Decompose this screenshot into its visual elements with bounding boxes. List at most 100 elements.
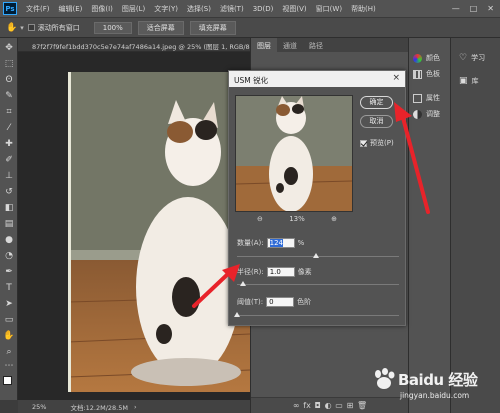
- eyedropper-tool-icon[interactable]: ⁄: [3, 122, 15, 134]
- color-icon: [413, 53, 422, 63]
- crop-tool-icon[interactable]: ⌗: [3, 106, 15, 118]
- dock-swatches[interactable]: 色板: [413, 69, 440, 79]
- quick-select-tool-icon[interactable]: ✎: [3, 90, 15, 102]
- threshold-slider-track[interactable]: [237, 315, 399, 316]
- tool-preset-chevron-icon[interactable]: ▾: [20, 24, 24, 32]
- hand-tool-icon[interactable]: ✋: [3, 330, 15, 342]
- hand-tool-icon[interactable]: ✋: [6, 23, 17, 33]
- dock-learn[interactable]: ♡ 学习: [459, 53, 485, 63]
- threshold-unit: 色阶: [297, 298, 312, 306]
- amount-label: 数量(A):: [237, 239, 264, 247]
- zoom-controls: ⊖ 13% ⊕: [257, 215, 337, 223]
- tab-channels[interactable]: 通道: [277, 38, 303, 52]
- minimize-icon[interactable]: —: [452, 4, 460, 13]
- close-icon[interactable]: ×: [392, 73, 400, 83]
- blur-tool-icon[interactable]: ●: [3, 234, 15, 246]
- radius-input[interactable]: 1.0: [266, 267, 295, 277]
- cat-photo: [68, 72, 250, 392]
- menu-file[interactable]: 文件(F): [26, 4, 50, 14]
- ok-button[interactable]: 确定: [360, 96, 393, 109]
- cancel-button[interactable]: 取消: [360, 115, 393, 128]
- healing-brush-tool-icon[interactable]: ✚: [3, 138, 15, 150]
- edit-toolbar-icon[interactable]: ⋯: [3, 360, 15, 372]
- zoom-out-icon[interactable]: ⊖: [257, 215, 263, 223]
- amount-unit: %: [297, 239, 305, 247]
- amount-row: 数量(A): 124 %: [237, 238, 304, 248]
- zoom-in-icon[interactable]: ⊕: [331, 215, 337, 223]
- eraser-tool-icon[interactable]: ◧: [3, 202, 15, 214]
- document-tab[interactable]: 87f2f7f9fef1bdd370c5e7e74af7486a14.jpeg …: [18, 38, 250, 52]
- zoom-percent: 13%: [289, 215, 305, 223]
- usm-sharpen-dialog: USM 锐化 × 确定 取消 预览(P) ⊖ 13% ⊕ 数量(A): 124 …: [228, 70, 406, 326]
- move-tool-icon[interactable]: ✥: [3, 42, 15, 54]
- menu-image[interactable]: 图像(I): [91, 4, 113, 14]
- marquee-tool-icon[interactable]: ⬚: [3, 58, 15, 70]
- brush-tool-icon[interactable]: ✐: [3, 154, 15, 166]
- threshold-row: 阈值(T): 0 色阶: [237, 297, 311, 307]
- dodge-tool-icon[interactable]: ◔: [3, 250, 15, 262]
- history-brush-tool-icon[interactable]: ↺: [3, 186, 15, 198]
- zoom-tool-icon[interactable]: ⌕: [3, 346, 15, 358]
- foreground-color-swatch[interactable]: [3, 376, 12, 385]
- menu-type[interactable]: 文字(Y): [154, 4, 178, 14]
- menu-select[interactable]: 选择(S): [187, 4, 211, 14]
- status-chevron-icon[interactable]: ›: [134, 403, 137, 411]
- fill-screen-button[interactable]: 填充屏幕: [189, 20, 236, 35]
- baidu-paw-logo: [375, 368, 395, 389]
- threshold-input[interactable]: 0: [266, 297, 295, 307]
- status-zoom[interactable]: 25%: [32, 403, 46, 411]
- close-icon[interactable]: ✕: [487, 4, 494, 13]
- menu-3d[interactable]: 3D(D): [253, 5, 274, 13]
- tab-layers[interactable]: 图层: [251, 38, 277, 52]
- threshold-slider-thumb[interactable]: [234, 312, 240, 317]
- tools-panel: ✥ ⬚ ʘ ✎ ⌗ ⁄ ✚ ✐ ⊥ ↺ ◧ ▤ ● ◔ ✒ T ➤ ▭ ✋ ⌕ …: [0, 38, 18, 400]
- dock-color[interactable]: 颜色: [413, 53, 440, 63]
- menu-window[interactable]: 窗口(W): [316, 4, 342, 14]
- amount-slider-thumb[interactable]: [313, 253, 320, 258]
- preview-checkbox[interactable]: [360, 139, 367, 147]
- maximize-icon[interactable]: □: [470, 4, 478, 13]
- path-select-tool-icon[interactable]: ➤: [3, 298, 15, 310]
- pen-tool-icon[interactable]: ✒: [3, 266, 15, 278]
- dock-libraries[interactable]: ▣ 库: [459, 76, 479, 86]
- link-icon[interactable]: ∞: [293, 401, 300, 410]
- mask-icon[interactable]: ◘: [315, 401, 321, 410]
- amount-input[interactable]: 124: [266, 238, 295, 248]
- layers-tabs: 图层 通道 路径: [251, 38, 409, 52]
- lasso-tool-icon[interactable]: ʘ: [3, 74, 15, 86]
- radius-slider-track[interactable]: [237, 284, 399, 285]
- fit-screen-button[interactable]: 适合屏幕: [137, 20, 184, 35]
- window-controls: — □ ✕: [452, 4, 494, 13]
- trash-icon[interactable]: 🗑: [357, 401, 367, 410]
- preview-thumbnail[interactable]: [235, 95, 353, 212]
- annotation-arrow-radius: [192, 264, 240, 308]
- new-layer-icon[interactable]: ⊞: [347, 401, 354, 410]
- status-doc-size: 文档:12.2M/28.5M: [70, 403, 128, 412]
- rectangle-tool-icon[interactable]: ▭: [3, 314, 15, 326]
- zoom-100-button[interactable]: 100%: [93, 21, 132, 34]
- status-bar: 25% 文档:12.2M/28.5M ›: [18, 400, 250, 413]
- gradient-tool-icon[interactable]: ▤: [3, 218, 15, 230]
- photoshop-logo: Ps: [3, 2, 17, 15]
- dock-panels: 颜色 色板 属性 调整: [408, 38, 450, 413]
- dialog-titlebar[interactable]: USM 锐化 ×: [229, 71, 405, 87]
- menu-layer[interactable]: 图层(L): [122, 4, 145, 14]
- tab-paths[interactable]: 路径: [303, 38, 329, 52]
- menu-bar: Ps 文件(F) 编辑(E) 图像(I) 图层(L) 文字(Y) 选择(S) 滤…: [0, 0, 500, 18]
- menu-view[interactable]: 视图(V): [282, 4, 306, 14]
- preview-checkbox-row[interactable]: 预览(P): [360, 138, 394, 148]
- baidu-jingyan-watermark: Baidu 经验 jingyan.baidu.com: [368, 366, 498, 410]
- adjustment-icon[interactable]: ◐: [325, 401, 332, 410]
- type-tool-icon[interactable]: T: [3, 282, 15, 294]
- menu-help[interactable]: 帮助(H): [351, 4, 376, 14]
- menu-edit[interactable]: 编辑(E): [59, 4, 83, 14]
- watermark-brand: Baidu 经验: [398, 371, 478, 389]
- menu-filter[interactable]: 滤镜(T): [220, 4, 244, 14]
- preview-label: 预览(P): [370, 139, 394, 147]
- radius-unit: 像素: [297, 268, 312, 276]
- clone-stamp-tool-icon[interactable]: ⊥: [3, 170, 15, 182]
- folder-icon[interactable]: ▭: [335, 401, 343, 410]
- fx-icon[interactable]: fx: [303, 401, 311, 410]
- annotation-arrow-ok: [394, 102, 430, 214]
- scroll-all-checkbox[interactable]: [27, 24, 35, 31]
